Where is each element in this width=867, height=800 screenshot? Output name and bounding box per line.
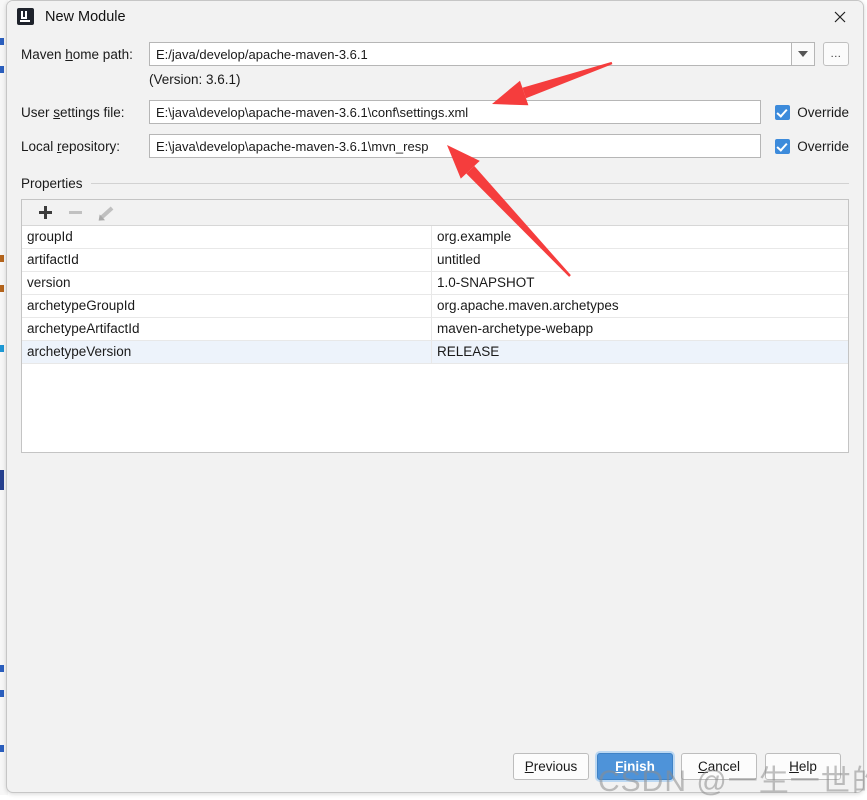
user-settings-file-input[interactable]: E:\java\develop\apache-maven-3.6.1\conf\… — [149, 100, 762, 124]
minus-icon — [68, 211, 82, 214]
properties-panel: groupId org.example artifactId untitled vers… — [21, 199, 849, 453]
property-value-cell: untitled — [437, 252, 481, 267]
property-key-cell: groupId — [22, 226, 432, 248]
new-module-dialog: New Module Maven home path: E:/java/deve… — [6, 0, 864, 793]
user-settings-override-label: Override — [797, 104, 849, 120]
help-button[interactable]: Help — [765, 753, 841, 780]
dialog-footer: Previous Finish Cancel Help — [7, 753, 863, 780]
cancel-button[interactable]: Cancel — [681, 753, 757, 780]
user-settings-override-checkbox[interactable] — [775, 104, 791, 120]
table-row[interactable]: archetypeArtifactId maven-archetype-webap… — [22, 318, 848, 341]
local-repository-override-label: Override — [797, 138, 849, 154]
user-settings-file-row: User settings file: E:\java\develop\apac… — [21, 100, 849, 124]
local-repository-override-toggle[interactable]: Override — [775, 138, 849, 154]
bg-fleck — [0, 66, 4, 73]
property-value-cell: RELEASE — [437, 344, 500, 359]
bg-fleck — [0, 285, 4, 292]
bg-fleck — [0, 665, 4, 672]
table-row[interactable]: groupId org.example — [22, 226, 848, 249]
bg-fleck — [0, 38, 4, 45]
finish-button[interactable]: Finish — [597, 753, 673, 780]
property-key-cell: version — [22, 272, 432, 294]
maven-home-browse-button[interactable]: ... — [823, 42, 849, 66]
properties-caption: Properties — [21, 175, 83, 191]
user-settings-override-toggle[interactable]: Override — [775, 104, 849, 120]
table-row[interactable]: artifactId untitled — [22, 249, 848, 272]
maven-settings-form: Maven home path: E:/java/develop/apache-… — [7, 42, 863, 158]
property-value-cell: org.example — [437, 229, 512, 244]
maven-home-dropdown-button[interactable] — [791, 42, 815, 66]
dialog-title: New Module — [45, 8, 126, 25]
property-key-cell: artifactId — [22, 249, 432, 271]
bg-fleck — [0, 255, 4, 262]
bg-fleck — [0, 345, 4, 352]
maven-home-path-row: Maven home path: E:/java/develop/apache-… — [21, 42, 849, 66]
property-value-cell: org.apache.maven.archetypes — [437, 298, 619, 313]
user-settings-file-label: User settings file: — [21, 104, 125, 120]
remove-property-button[interactable] — [60, 201, 90, 224]
local-repository-label: Local repository: — [21, 138, 121, 154]
pencil-icon — [95, 205, 113, 224]
bg-fleck — [0, 690, 4, 697]
previous-button[interactable]: Previous — [513, 753, 589, 780]
properties-table: groupId org.example artifactId untitled vers… — [22, 226, 848, 364]
intellij-idea-icon — [17, 8, 34, 25]
close-icon[interactable] — [817, 1, 863, 32]
plus-icon — [38, 206, 52, 219]
property-value-cell: maven-archetype-webapp — [437, 321, 594, 336]
table-row[interactable]: version 1.0-SNAPSHOT — [22, 272, 848, 295]
maven-version-row: (Version: 3.6.1) — [21, 72, 849, 90]
local-repository-row: Local repository: E:\java\develop\apache… — [21, 134, 849, 158]
table-row[interactable]: archetypeVersion RELEASE — [22, 341, 848, 364]
maven-version-text: (Version: 3.6.1) — [149, 72, 241, 87]
properties-divider — [90, 182, 849, 184]
table-row[interactable]: archetypeGroupId org.apache.maven.archety… — [22, 295, 848, 318]
edit-property-button[interactable] — [90, 201, 120, 224]
properties-toolbar — [22, 200, 848, 226]
maven-home-path-input[interactable]: E:/java/develop/apache-maven-3.6.1 — [149, 42, 791, 66]
local-repository-input[interactable]: E:\java\develop\apache-maven-3.6.1\mvn_r… — [149, 134, 762, 158]
maven-home-path-label: Maven home path: — [21, 46, 133, 62]
property-value-cell: 1.0-SNAPSHOT — [437, 275, 535, 290]
properties-group-header: Properties — [21, 175, 849, 191]
dialog-titlebar: New Module — [7, 1, 863, 32]
property-key-cell: archetypeVersion — [22, 341, 432, 363]
chevron-down-icon — [798, 51, 808, 57]
properties-group: Properties groupId org.example artifactId u… — [21, 175, 849, 453]
property-key-cell: archetypeArtifactId — [22, 318, 432, 340]
add-property-button[interactable] — [30, 201, 60, 224]
bg-fleck — [0, 470, 4, 490]
bg-fleck — [0, 745, 4, 752]
local-repository-override-checkbox[interactable] — [775, 138, 791, 154]
property-key-cell: archetypeGroupId — [22, 295, 432, 317]
